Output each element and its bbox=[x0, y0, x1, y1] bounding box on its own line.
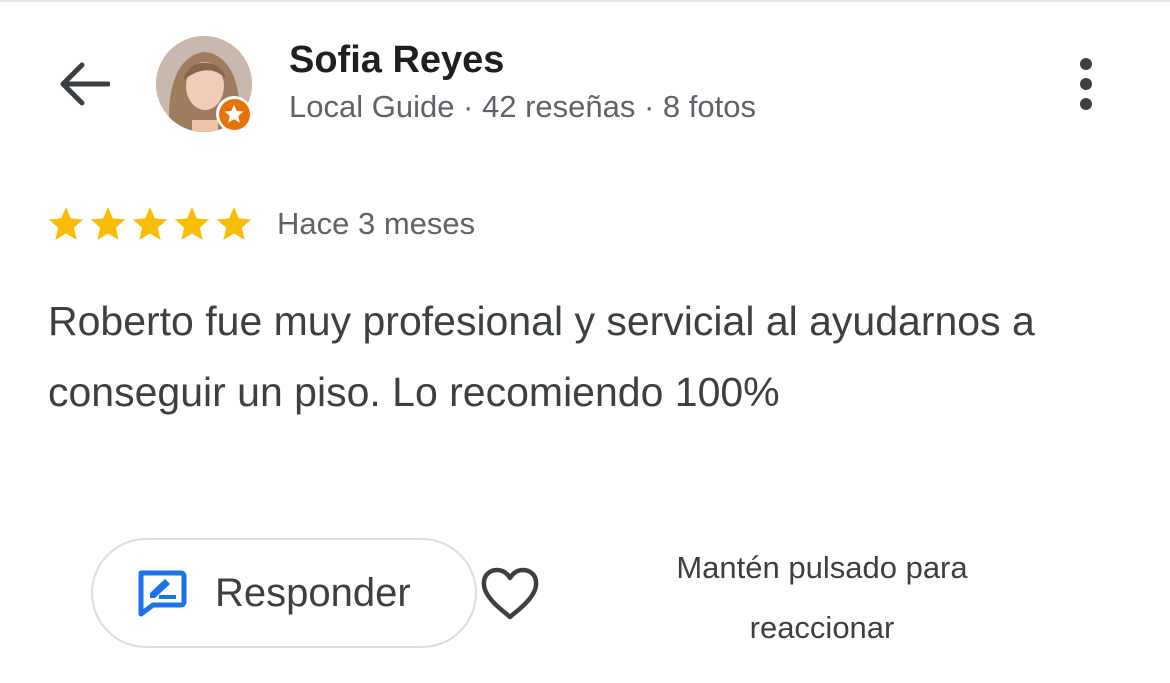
star-icon bbox=[216, 207, 252, 240]
star-icon bbox=[174, 207, 210, 240]
heart-icon bbox=[481, 567, 539, 620]
reply-edit-icon bbox=[135, 569, 187, 617]
arrow-back-icon bbox=[60, 62, 110, 106]
review-date: Hace 3 meses bbox=[277, 206, 476, 241]
author-name[interactable]: Sofia Reyes bbox=[289, 39, 504, 82]
local-guide-badge bbox=[216, 96, 252, 132]
local-guide-star-icon bbox=[224, 104, 244, 123]
back-button[interactable] bbox=[52, 52, 116, 116]
more-options-button[interactable] bbox=[1062, 52, 1110, 116]
author-meta: Local Guide · 42 reseñas · 8 fotos bbox=[289, 89, 756, 124]
react-hint-text: Mantén pulsado para reaccionar bbox=[676, 550, 968, 645]
star-icon bbox=[48, 207, 84, 240]
star-icon bbox=[90, 207, 126, 240]
review-text: Roberto fue muy profesional y servicial … bbox=[48, 298, 1035, 415]
reply-button[interactable]: Responder bbox=[91, 538, 477, 648]
reply-button-label: Responder bbox=[215, 570, 411, 615]
star-icon bbox=[132, 207, 168, 240]
top-divider bbox=[0, 0, 1170, 2]
more-vert-icon bbox=[1080, 58, 1092, 110]
author-avatar-container[interactable] bbox=[156, 36, 252, 132]
star-rating bbox=[46, 204, 254, 244]
like-button[interactable] bbox=[478, 562, 542, 626]
